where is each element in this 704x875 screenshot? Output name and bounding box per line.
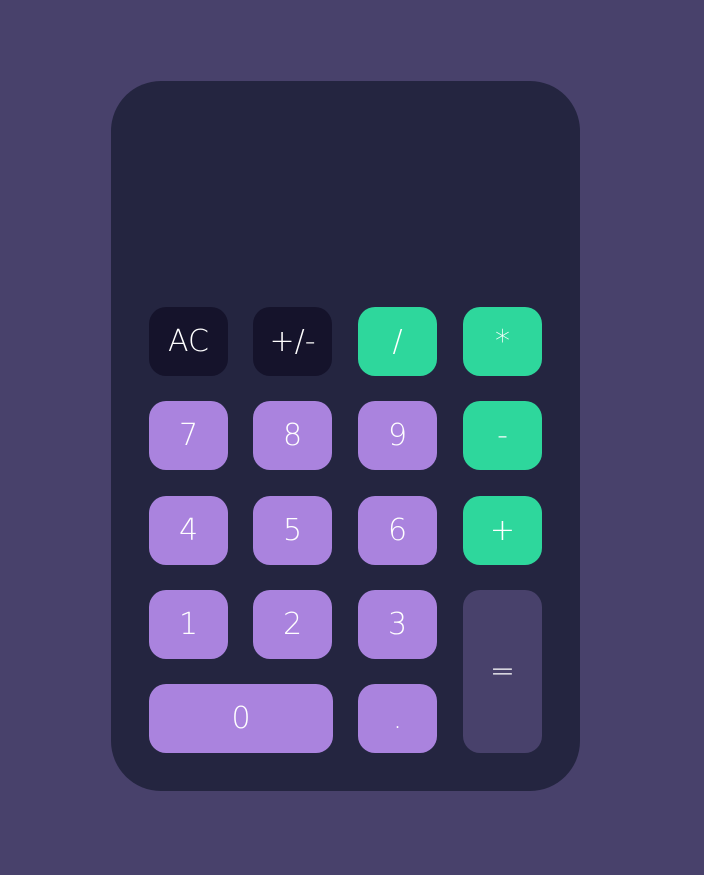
calculator-display	[149, 111, 542, 291]
digit-9-button[interactable]: 9	[358, 401, 437, 470]
multiply-button[interactable]: *	[463, 307, 542, 376]
digit-5-button[interactable]: 5	[253, 496, 332, 565]
add-button[interactable]: +	[463, 496, 542, 565]
digit-0-button[interactable]: 0	[149, 684, 333, 753]
negate-button[interactable]: +/-	[253, 307, 332, 376]
digit-7-button[interactable]: 7	[149, 401, 228, 470]
digit-2-button[interactable]: 2	[253, 590, 332, 659]
subtract-button[interactable]: -	[463, 401, 542, 470]
digit-3-button[interactable]: 3	[358, 590, 437, 659]
digit-4-button[interactable]: 4	[149, 496, 228, 565]
digit-8-button[interactable]: 8	[253, 401, 332, 470]
digit-1-button[interactable]: 1	[149, 590, 228, 659]
divide-button[interactable]: /	[358, 307, 437, 376]
equals-button[interactable]: =	[463, 590, 542, 753]
decimal-button[interactable]: .	[358, 684, 437, 753]
calculator: AC +/- / * 7 8 9 - 4 5 6 + 1 2 3 = 0 .	[111, 81, 580, 791]
digit-6-button[interactable]: 6	[358, 496, 437, 565]
clear-button[interactable]: AC	[149, 307, 228, 376]
